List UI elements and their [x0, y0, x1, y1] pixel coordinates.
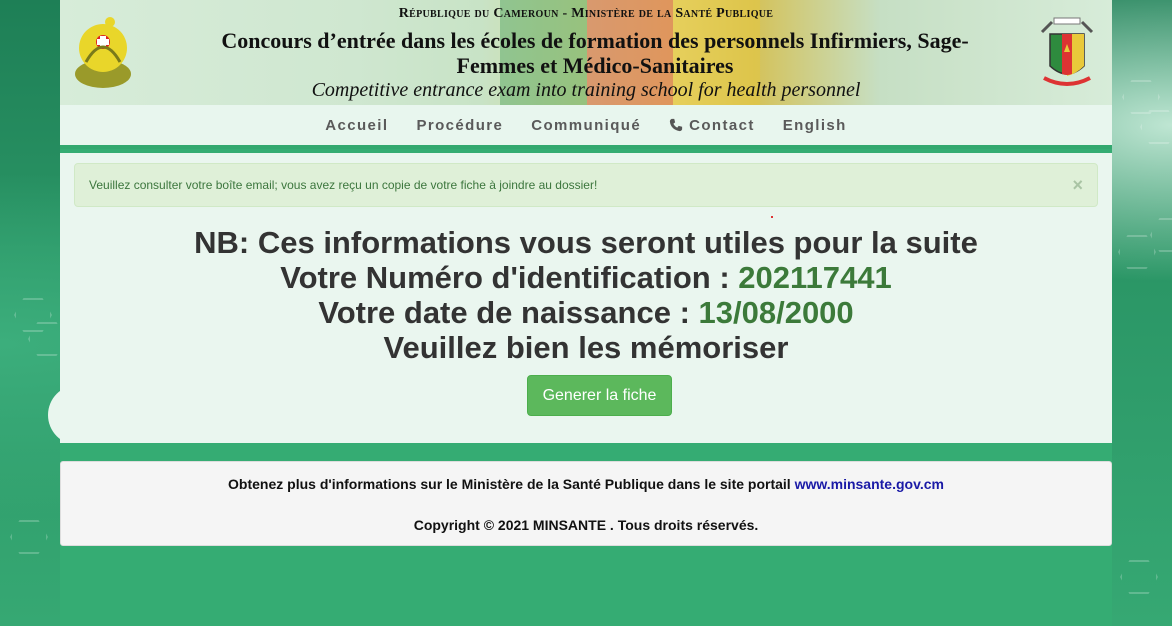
minsante-link[interactable]: www.minsante.gov.cm [795, 476, 944, 492]
banner-exam-subtitle: Competitive entrance exam into training … [311, 79, 861, 101]
phone-icon [669, 118, 683, 132]
decor-dot [771, 216, 773, 218]
info-note: NB: Ces informations vous seront utiles … [194, 225, 978, 260]
generate-sheet-button[interactable]: Generer la fiche [527, 375, 672, 416]
info-reminder: Veuillez bien les mémoriser [383, 330, 789, 365]
nav-item-label: Accueil [325, 116, 389, 134]
nav-item-procedure[interactable]: Procédure [416, 117, 503, 134]
hexagon-decor [1120, 560, 1158, 594]
copyright-text: Copyright © 2021 MINSANTE . Tous droits … [413, 517, 759, 533]
page-container: République du Cameroun - Ministère de la… [60, 0, 1112, 626]
coat-of-arms-icon [1040, 17, 1094, 86]
dob-value: 13/08/2000 [698, 295, 854, 330]
main-navigation: Accueil Procédure Communiqué Contact Eng… [60, 105, 1112, 149]
nav-item-label: English [782, 116, 847, 134]
dob-label: Votre date de naissance : [318, 295, 699, 330]
alert-message: Veuillez consulter votre boîte email; vo… [89, 178, 598, 192]
main-panel: Veuillez consulter votre boîte email; vo… [60, 153, 1112, 443]
footer-info: Obtenez plus d'informations sur le Minis… [61, 476, 1111, 492]
hexagon-decor [1122, 80, 1160, 114]
info-dob-row: Votre date de naissance : 13/08/2000 [60, 295, 1112, 330]
nav-item-label: Contact [689, 116, 755, 134]
nav-item-label: Communiqué [531, 116, 642, 134]
id-label: Votre Numéro d'identification : [280, 260, 739, 295]
footer-text: Obtenez plus d'informations sur le Minis… [228, 476, 795, 492]
hexagon-decor [10, 520, 48, 554]
hexagon-decor [1150, 218, 1172, 252]
nav-item-communique[interactable]: Communiqué [531, 117, 641, 134]
nav-item-accueil[interactable]: Accueil [325, 117, 388, 134]
hexagon-decor [1118, 235, 1156, 269]
header-banner: République du Cameroun - Ministère de la… [60, 0, 1112, 105]
info-id-row: Votre Numéro d'identification : 20211744… [60, 260, 1112, 295]
success-alert: Veuillez consulter votre boîte email; vo… [74, 163, 1098, 207]
footer: Obtenez plus d'informations sur le Minis… [60, 461, 1112, 546]
close-icon[interactable]: × [1072, 175, 1083, 196]
nav-item-english[interactable]: English [783, 117, 847, 134]
nav-item-label: Procédure [416, 116, 504, 134]
banner-ministry-title: République du Cameroun - Ministère de la… [398, 6, 774, 21]
hexagon-decor [1140, 110, 1172, 144]
banner-exam-title: Concours d’entrée dans les écoles de for… [221, 28, 969, 78]
id-value: 202117441 [738, 260, 892, 295]
registration-info: NB: Ces informations vous seront utiles … [60, 225, 1112, 365]
nav-item-contact[interactable]: Contact [669, 117, 755, 134]
